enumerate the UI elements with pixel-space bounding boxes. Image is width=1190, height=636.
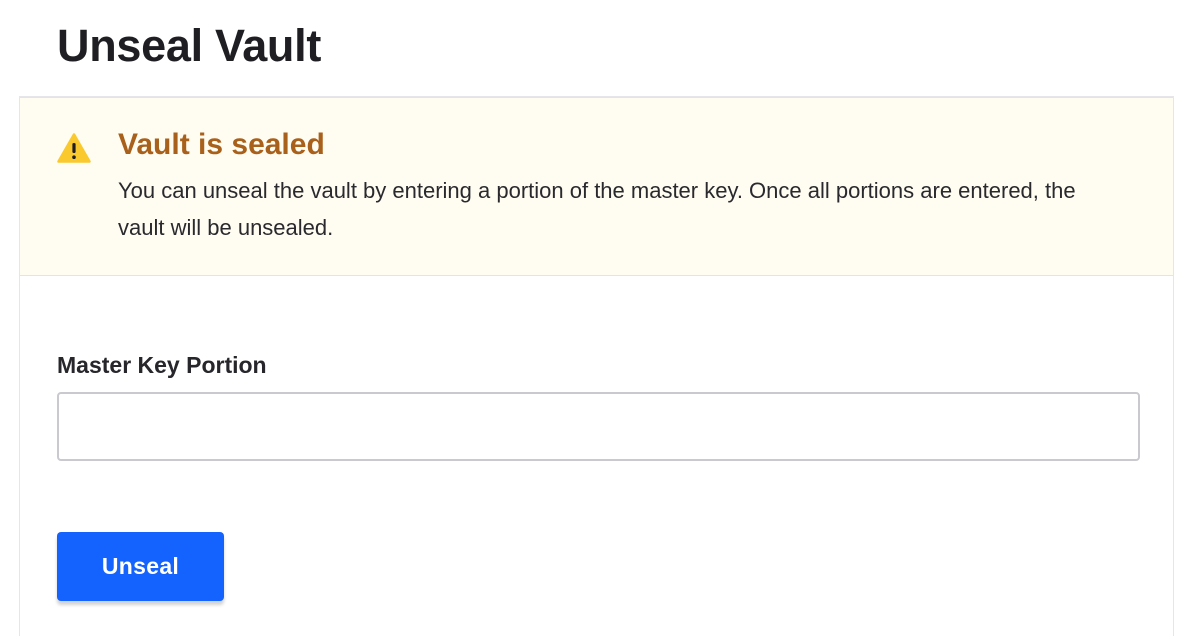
unseal-vault-page: Unseal Vault Vault is sealed You can uns… <box>0 0 1190 636</box>
alert-message: You can unseal the vault by entering a p… <box>118 178 1076 240</box>
unseal-card: Vault is sealed You can unseal the vault… <box>19 96 1174 636</box>
master-key-label: Master Key Portion <box>57 352 267 378</box>
master-key-input[interactable] <box>57 392 1140 461</box>
alert-title: Vault is sealed <box>118 128 325 161</box>
unseal-button[interactable]: Unseal <box>57 532 224 601</box>
page-title: Unseal Vault <box>57 20 322 71</box>
sealed-alert: Vault is sealed You can unseal the vault… <box>20 97 1173 276</box>
warning-triangle-icon <box>57 133 91 163</box>
